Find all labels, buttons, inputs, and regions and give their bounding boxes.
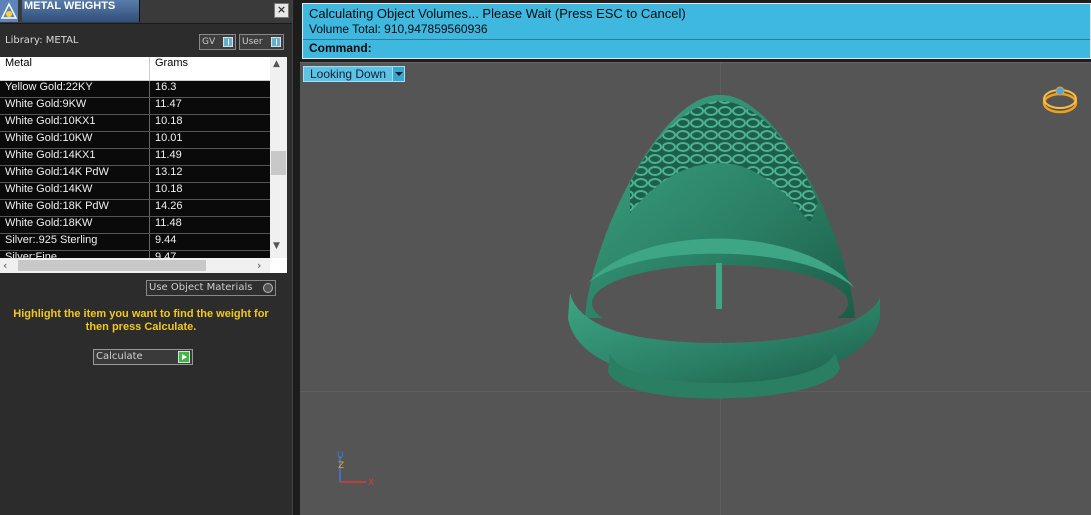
column-header-metal[interactable]: Metal <box>0 57 150 81</box>
chevron-down-icon <box>392 67 404 81</box>
app-logo-icon <box>0 0 18 22</box>
metal-cell: White Gold:10KW <box>0 132 150 148</box>
table-row[interactable]: White Gold:10KX1 10.18 <box>0 115 270 132</box>
axis-indicator-icon: U Z X <box>334 448 384 488</box>
calculate-button[interactable]: Calculate <box>93 349 193 365</box>
metal-table: Metal Grams Yellow Gold:22KY 16.3 White G… <box>0 57 287 273</box>
panel-title: METAL WEIGHTS <box>24 0 116 12</box>
table-row[interactable]: White Gold:18K PdW 14.26 <box>0 200 270 217</box>
column-header-grams[interactable]: Grams <box>150 57 270 81</box>
gv-toggle[interactable]: GV <box>199 34 236 50</box>
panel-splitter[interactable] <box>292 0 300 515</box>
metal-cell: White Gold:9KW <box>0 98 150 114</box>
grams-cell: 10.01 <box>155 132 183 144</box>
user-toggle[interactable]: User <box>239 34 284 50</box>
command-area: Calculating Object Volumes... Please Wai… <box>302 3 1091 59</box>
metal-cell: White Gold:14KX1 <box>0 149 150 165</box>
metal-weights-panel: METAL WEIGHTS × Library: METAL GV User M… <box>0 0 292 515</box>
table-vertical-scrollbar[interactable]: ▲ ▼ <box>270 57 287 258</box>
metal-cell: Yellow Gold:22KY <box>0 81 150 97</box>
view-dropdown[interactable]: Looking Down <box>303 66 405 82</box>
calculate-label: Calculate <box>96 351 143 362</box>
divider <box>303 39 1090 40</box>
metal-cell: White Gold:14K PdW <box>0 166 150 182</box>
metal-cell: White Gold:18KW <box>0 217 150 233</box>
table-row[interactable]: White Gold:10KW 10.01 <box>0 132 270 149</box>
library-label: Library: METAL <box>5 35 79 46</box>
grams-cell: 9.44 <box>155 234 177 246</box>
view-dropdown-label: Looking Down <box>310 67 387 81</box>
grams-cell: 11.47 <box>155 98 182 110</box>
metal-cell: White Gold:18K PdW <box>0 200 150 216</box>
grams-cell: 11.48 <box>155 217 182 229</box>
object-navigator-ring-icon[interactable] <box>1040 85 1080 117</box>
metal-cell: Silver:.925 Sterling <box>0 234 150 250</box>
toggle-switch-icon <box>271 37 281 47</box>
grams-cell: 14.26 <box>155 200 183 212</box>
instruction-text: Highlight the item you want to find the … <box>13 308 269 333</box>
radio-icon <box>263 283 273 293</box>
scroll-right-icon[interactable]: › <box>257 258 261 273</box>
scroll-thumb[interactable] <box>271 151 286 175</box>
play-arrow-icon <box>178 351 190 363</box>
table-row[interactable]: Yellow Gold:22KY 16.3 <box>0 81 270 98</box>
status-line: Calculating Object Volumes... Please Wai… <box>309 6 686 21</box>
command-input[interactable] <box>383 41 1083 57</box>
grams-cell: 10.18 <box>155 183 183 195</box>
table-body: Yellow Gold:22KY 16.3 White Gold:9KW 11.47… <box>0 81 270 268</box>
table-row[interactable]: White Gold:14K PdW 13.12 <box>0 166 270 183</box>
table-row[interactable]: Silver:.925 Sterling 9.44 <box>0 234 270 251</box>
table-header: Metal Grams <box>0 57 270 81</box>
metal-cell: White Gold:14KW <box>0 183 150 199</box>
close-panel-button[interactable]: × <box>274 3 289 18</box>
ring-model-render[interactable] <box>550 93 890 413</box>
scroll-thumb[interactable] <box>18 260 206 271</box>
grams-cell: 11.49 <box>155 149 182 161</box>
3d-viewport[interactable]: Looking Down U Z X <box>300 62 1091 515</box>
user-toggle-label: User <box>242 37 263 47</box>
axis-x-label: X <box>368 478 374 488</box>
gv-toggle-label: GV <box>202 37 216 47</box>
grams-cell: 10.18 <box>155 115 183 127</box>
volume-total-line: Volume Total: 910,947859560936 <box>309 22 488 36</box>
table-row[interactable]: White Gold:14KW 10.18 <box>0 183 270 200</box>
grams-cell: 16.3 <box>155 81 177 93</box>
use-object-materials-toggle[interactable]: Use Object Materials <box>146 280 276 296</box>
grams-cell: 13.12 <box>155 166 183 178</box>
svg-text:U: U <box>337 451 344 461</box>
panel-titlebar: METAL WEIGHTS × <box>0 0 292 24</box>
axis-z-label: Z <box>338 461 344 471</box>
use-object-materials-label: Use Object Materials <box>149 282 253 293</box>
toggle-switch-icon <box>223 37 233 47</box>
table-row[interactable]: White Gold:14KX1 11.49 <box>0 149 270 166</box>
table-horizontal-scrollbar[interactable]: ‹ › <box>0 258 270 273</box>
metal-cell: White Gold:10KX1 <box>0 115 150 131</box>
scroll-left-icon[interactable]: ‹ <box>3 258 7 273</box>
command-prompt: Command: <box>309 41 372 55</box>
scroll-up-icon[interactable]: ▲ <box>273 59 280 69</box>
table-row[interactable]: White Gold:9KW 11.47 <box>0 98 270 115</box>
table-row[interactable]: White Gold:18KW 11.48 <box>0 217 270 234</box>
scroll-down-icon[interactable]: ▼ <box>273 241 280 251</box>
